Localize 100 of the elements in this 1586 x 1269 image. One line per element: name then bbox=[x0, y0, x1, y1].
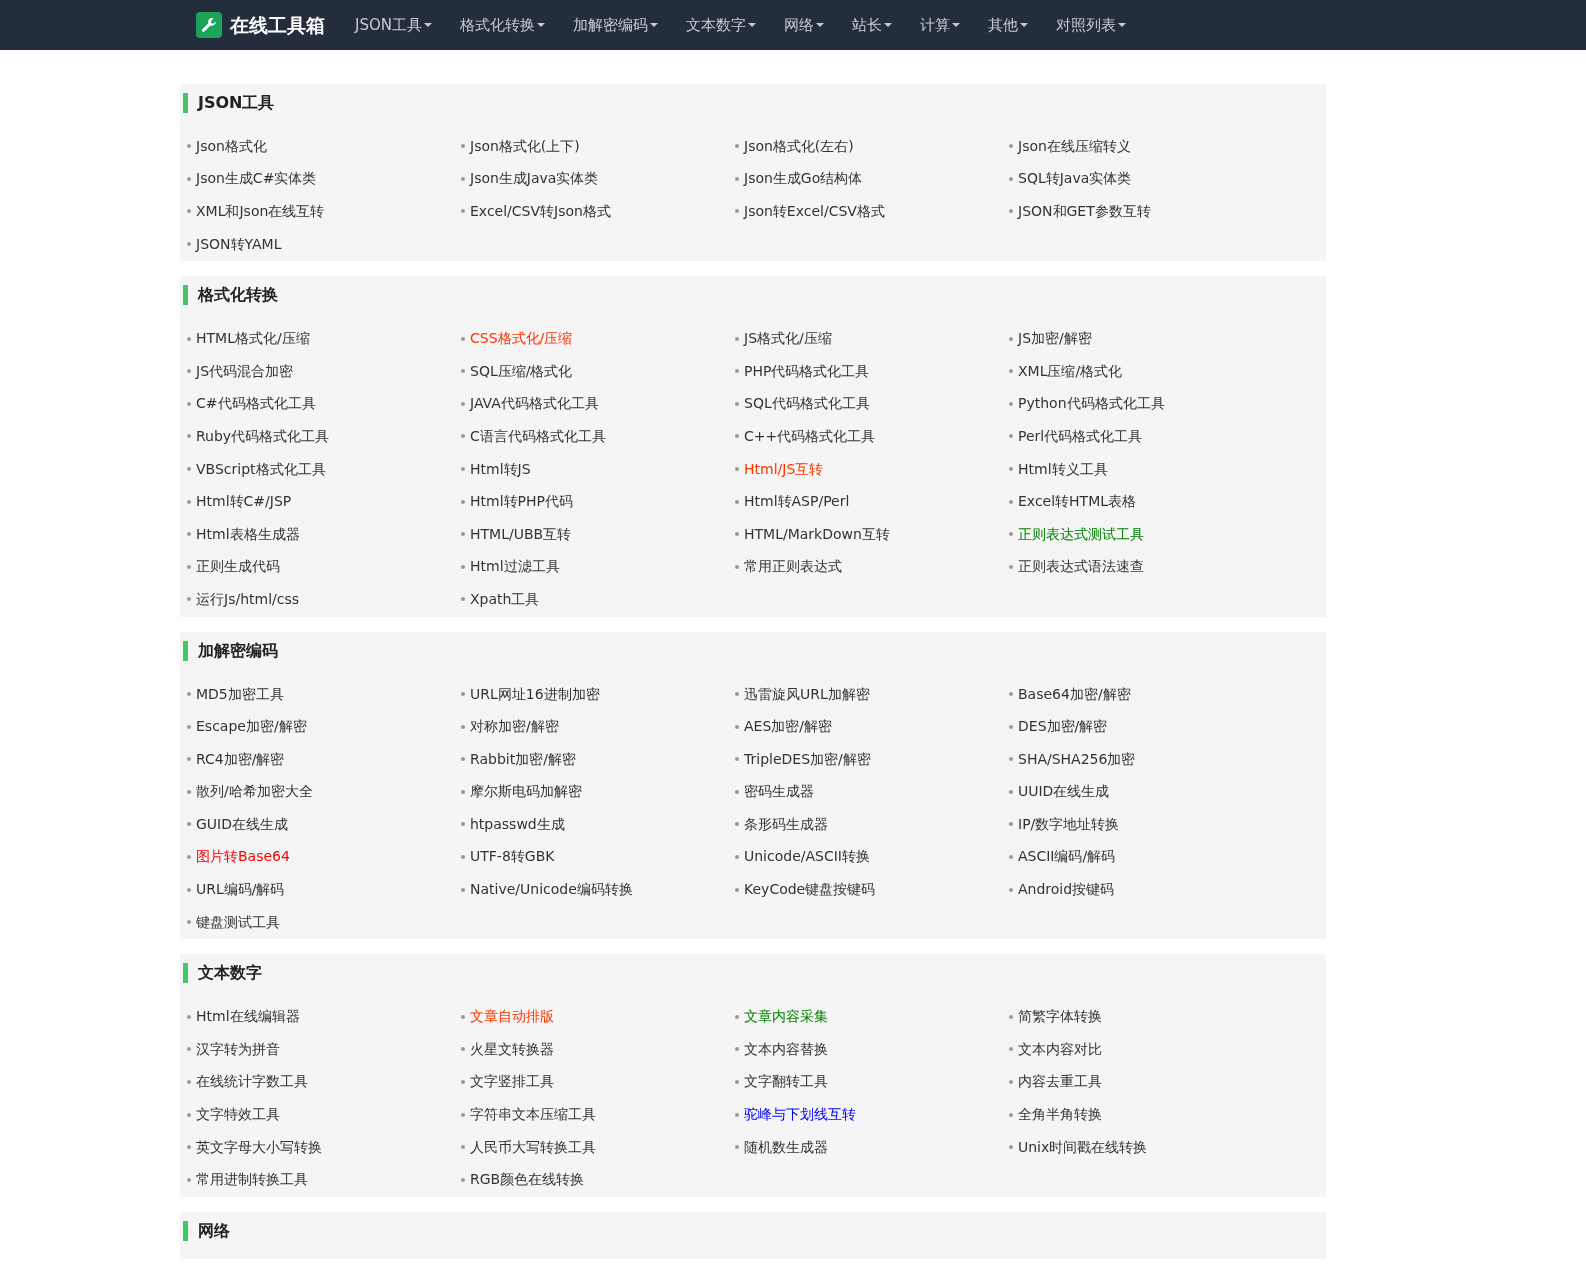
nav-menu-item[interactable]: 网络 bbox=[770, 13, 838, 37]
nav-menu-item[interactable]: 对照列表 bbox=[1042, 13, 1140, 37]
tool-link[interactable]: Html转C#/JSP bbox=[196, 491, 292, 513]
tool-link[interactable]: 英文字母大小写转换 bbox=[196, 1136, 322, 1158]
nav-menu-item[interactable]: JSON工具 bbox=[341, 13, 446, 37]
tool-link[interactable]: 全角半角转换 bbox=[1018, 1104, 1102, 1126]
tool-link[interactable]: Escape加密/解密 bbox=[196, 716, 307, 738]
tool-link[interactable]: Android按键码 bbox=[1018, 879, 1115, 901]
tool-link[interactable]: 文本内容替换 bbox=[744, 1038, 828, 1060]
tool-link[interactable]: SHA/SHA256加密 bbox=[1018, 748, 1136, 770]
tool-link[interactable]: C语言代码格式化工具 bbox=[470, 425, 606, 447]
tool-link[interactable]: TripleDES加密/解密 bbox=[744, 748, 871, 770]
site-logo[interactable]: 在线工具箱 bbox=[196, 10, 325, 40]
tool-link[interactable]: 文字翻转工具 bbox=[744, 1071, 828, 1093]
tool-link[interactable]: XML和Json在线互转 bbox=[196, 201, 325, 222]
tool-link[interactable]: JSON转YAML bbox=[196, 233, 282, 255]
tool-link[interactable]: 迅雷旋风URL加解密 bbox=[744, 683, 870, 705]
nav-menu-item[interactable]: 其他 bbox=[974, 13, 1042, 37]
nav-menu-item[interactable]: 加解密编码 bbox=[559, 13, 672, 37]
tool-link[interactable]: HTML/MarkDown互转 bbox=[744, 523, 890, 545]
tool-link[interactable]: RGB颜色在线转换 bbox=[470, 1169, 585, 1191]
tool-link[interactable]: 驼峰与下划线互转 bbox=[744, 1104, 856, 1126]
tool-link[interactable]: UTF-8转GBK bbox=[470, 846, 555, 868]
tool-link[interactable]: SQL代码格式化工具 bbox=[744, 393, 870, 415]
tool-link[interactable]: 图片转Base64 bbox=[196, 846, 290, 868]
tool-link[interactable]: SQL压缩/格式化 bbox=[470, 360, 573, 382]
tool-link[interactable]: Json生成Java实体类 bbox=[470, 168, 599, 190]
tool-link[interactable]: Unicode/ASCII转换 bbox=[744, 846, 870, 868]
tool-link[interactable]: Json格式化 bbox=[196, 135, 267, 157]
tool-link[interactable]: 运行Js/html/css bbox=[196, 588, 300, 610]
tool-link[interactable]: C#代码格式化工具 bbox=[196, 393, 316, 415]
tool-link[interactable]: Excel转HTML表格 bbox=[1018, 491, 1137, 513]
tool-link[interactable]: 内容去重工具 bbox=[1018, 1071, 1102, 1093]
nav-menu-item[interactable]: 站长 bbox=[838, 13, 906, 37]
tool-link[interactable]: 文字特效工具 bbox=[196, 1104, 280, 1126]
tool-link[interactable]: 密码生成器 bbox=[744, 781, 814, 803]
tool-link[interactable]: Json转Excel/CSV格式 bbox=[744, 201, 885, 222]
tool-link[interactable]: C++代码格式化工具 bbox=[744, 425, 876, 447]
tool-link[interactable]: Html表格生成器 bbox=[196, 523, 300, 545]
tool-link[interactable]: Perl代码格式化工具 bbox=[1018, 425, 1143, 447]
tool-link[interactable]: RC4加密/解密 bbox=[196, 748, 285, 770]
tool-link[interactable]: DES加密/解密 bbox=[1018, 716, 1108, 738]
tool-link[interactable]: SQL转Java实体类 bbox=[1018, 168, 1132, 190]
tool-link[interactable]: Html在线编辑器 bbox=[196, 1006, 300, 1028]
tool-link[interactable]: Json生成Go结构体 bbox=[744, 168, 863, 190]
tool-link[interactable]: 正则表达式语法速查 bbox=[1018, 556, 1144, 578]
tool-link[interactable]: XML压缩/格式化 bbox=[1018, 360, 1123, 382]
tool-link[interactable]: 键盘测试工具 bbox=[196, 911, 280, 933]
tool-link[interactable]: Ruby代码格式化工具 bbox=[196, 425, 330, 447]
tool-link[interactable]: 条形码生成器 bbox=[744, 813, 828, 835]
tool-link[interactable]: URL编码/解码 bbox=[196, 879, 285, 901]
tool-link[interactable]: 人民币大写转换工具 bbox=[470, 1136, 596, 1158]
tool-link[interactable]: AES加密/解密 bbox=[744, 716, 833, 738]
tool-link[interactable]: JS加密/解密 bbox=[1018, 328, 1092, 350]
tool-link[interactable]: Excel/CSV转Json格式 bbox=[470, 201, 611, 222]
tool-link[interactable]: Html转ASP/Perl bbox=[744, 491, 850, 513]
tool-link[interactable]: Base64加密/解密 bbox=[1018, 683, 1131, 705]
tool-link[interactable]: Json在线压缩转义 bbox=[1018, 135, 1131, 157]
tool-link[interactable]: 散列/哈希加密大全 bbox=[196, 781, 313, 803]
tool-link[interactable]: IP/数字地址转换 bbox=[1018, 813, 1120, 835]
tool-link[interactable]: Html转JS bbox=[470, 458, 531, 480]
tool-link[interactable]: 文字竖排工具 bbox=[470, 1071, 554, 1093]
tool-link[interactable]: Python代码格式化工具 bbox=[1018, 393, 1165, 415]
tool-link[interactable]: KeyCode键盘按键码 bbox=[744, 879, 876, 901]
tool-link[interactable]: GUID在线生成 bbox=[196, 813, 288, 835]
tool-link[interactable]: VBScript格式化工具 bbox=[196, 458, 326, 480]
tool-link[interactable]: 正则表达式测试工具 bbox=[1018, 523, 1144, 545]
tool-link[interactable]: JS格式化/压缩 bbox=[744, 328, 832, 350]
tool-link[interactable]: URL网址16进制加密 bbox=[470, 683, 600, 705]
tool-link[interactable]: ASCII编码/解码 bbox=[1018, 846, 1116, 868]
tool-link[interactable]: JAVA代码格式化工具 bbox=[470, 393, 599, 415]
nav-menu-item[interactable]: 计算 bbox=[906, 13, 974, 37]
tool-link[interactable]: UUID在线生成 bbox=[1018, 781, 1110, 803]
tool-link[interactable]: 文章内容采集 bbox=[744, 1006, 828, 1028]
tool-link[interactable]: Json格式化(左右) bbox=[744, 135, 854, 157]
tool-link[interactable]: 在线统计字数工具 bbox=[196, 1071, 308, 1093]
tool-link[interactable]: 对称加密/解密 bbox=[470, 716, 559, 738]
tool-link[interactable]: 摩尔斯电码加解密 bbox=[470, 781, 582, 803]
nav-menu-item[interactable]: 格式化转换 bbox=[446, 13, 559, 37]
tool-link[interactable]: 随机数生成器 bbox=[744, 1136, 828, 1158]
tool-link[interactable]: Json生成C#实体类 bbox=[196, 168, 317, 190]
tool-link[interactable]: MD5加密工具 bbox=[196, 683, 284, 705]
tool-link[interactable]: 文本内容对比 bbox=[1018, 1038, 1102, 1060]
tool-link[interactable]: PHP代码格式化工具 bbox=[744, 360, 870, 382]
nav-menu-item[interactable]: 文本数字 bbox=[672, 13, 770, 37]
tool-link[interactable]: JS代码混合加密 bbox=[196, 360, 293, 382]
tool-link[interactable]: Xpath工具 bbox=[470, 588, 540, 610]
tool-link[interactable]: 火星文转换器 bbox=[470, 1038, 554, 1060]
tool-link[interactable]: 简繁字体转换 bbox=[1018, 1006, 1102, 1028]
tool-link[interactable]: 常用正则表达式 bbox=[744, 556, 842, 578]
tool-link[interactable]: Html转PHP代码 bbox=[470, 491, 573, 513]
tool-link[interactable]: JSON和GET参数互转 bbox=[1018, 201, 1151, 222]
tool-link[interactable]: 正则生成代码 bbox=[196, 556, 280, 578]
tool-link[interactable]: Json格式化(上下) bbox=[470, 135, 580, 157]
tool-link[interactable]: HTML格式化/压缩 bbox=[196, 328, 310, 350]
tool-link[interactable]: 常用进制转换工具 bbox=[196, 1169, 308, 1191]
tool-link[interactable]: Native/Unicode编码转换 bbox=[470, 879, 633, 901]
tool-link[interactable]: Rabbit加密/解密 bbox=[470, 748, 576, 770]
tool-link[interactable]: htpasswd生成 bbox=[470, 813, 565, 835]
tool-link[interactable]: 汉字转为拼音 bbox=[196, 1038, 280, 1060]
